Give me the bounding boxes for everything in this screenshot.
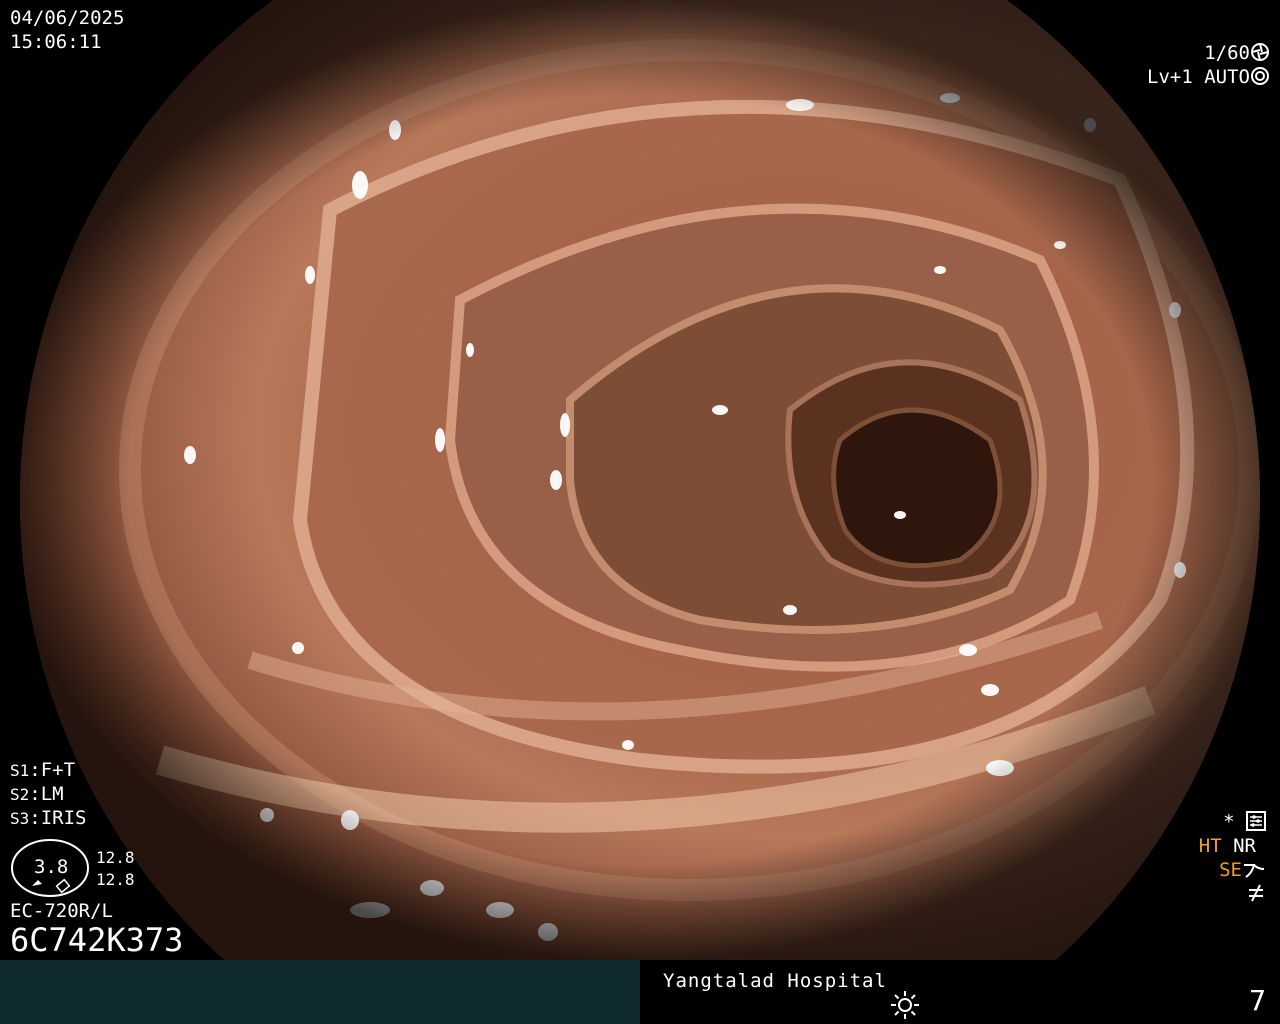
status-row-1: * (1199, 810, 1266, 834)
shutter-row: 1/60 (1147, 41, 1270, 65)
mode-curve-icon (1244, 864, 1265, 878)
setting-s2: S2:LM (10, 783, 64, 805)
endoscope-image (20, 0, 1260, 960)
settings-list: S1:F+T S2:LM S3:IRIS (10, 758, 86, 830)
image-number: 7 (1249, 984, 1266, 1017)
bottom-bar-left (0, 960, 640, 1024)
se-label: SE (1219, 859, 1242, 881)
date-time: 04/06/2025 15:06:11 (10, 6, 124, 54)
shutter-value: 1/60 (1204, 42, 1250, 64)
status-row-3: SE (1199, 858, 1266, 882)
settings-sliders-icon (1246, 811, 1266, 831)
gauge-reading-1: 12.8 (96, 848, 135, 867)
not-equal-icon (1249, 884, 1263, 902)
star-mark: * (1223, 811, 1235, 833)
status-row-4 (1199, 882, 1266, 906)
auto-label: AUTO (1204, 66, 1250, 88)
time: 15:06:11 (10, 31, 102, 53)
status-panel: * HT NR SE (1199, 810, 1266, 906)
status-row-2: HT NR (1199, 834, 1256, 858)
hospital-name: Yangtalad Hospital (663, 970, 887, 992)
exposure-info: 1/60 Lv+1 AUTO (1147, 41, 1270, 89)
gauge-reading-2: 12.8 (96, 870, 135, 889)
setting-s3: S3:IRIS (10, 807, 87, 829)
setting-s1: S1:F+T (10, 759, 76, 781)
date: 04/06/2025 (10, 7, 125, 29)
level-value: Lv+1 (1147, 66, 1193, 88)
iris-icon (1251, 67, 1269, 85)
gauge-value: 3.8 (34, 856, 69, 878)
scope-model: EC-720R/L (10, 900, 113, 922)
aperture-icon (1251, 43, 1269, 61)
level-row: Lv+1 AUTO (1147, 65, 1270, 89)
sun-icon (891, 991, 919, 1019)
nr-label: NR (1233, 835, 1256, 857)
bottom-bar: Yangtalad Hospital 7 (0, 960, 1280, 1024)
bottom-bar-right: Yangtalad Hospital 7 (640, 960, 1280, 1024)
ht-label: HT (1198, 835, 1222, 857)
serial-number: 6C742K373 (10, 921, 184, 959)
